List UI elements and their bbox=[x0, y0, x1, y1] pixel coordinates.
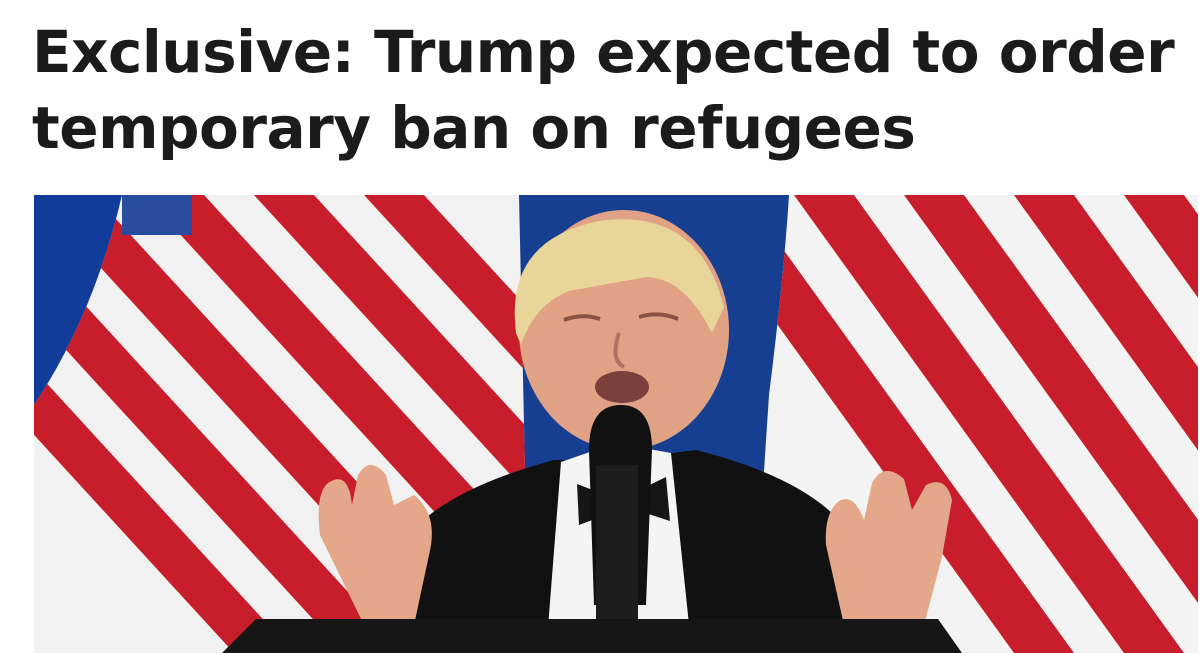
article-page: Exclusive: Trump expected to order tempo… bbox=[0, 0, 1200, 653]
article-photo[interactable] bbox=[34, 195, 1198, 653]
podium-edge bbox=[222, 619, 962, 653]
mouth bbox=[595, 371, 649, 403]
article-headline[interactable]: Exclusive: Trump expected to order tempo… bbox=[32, 14, 1182, 166]
photo-illustration bbox=[34, 195, 1198, 653]
